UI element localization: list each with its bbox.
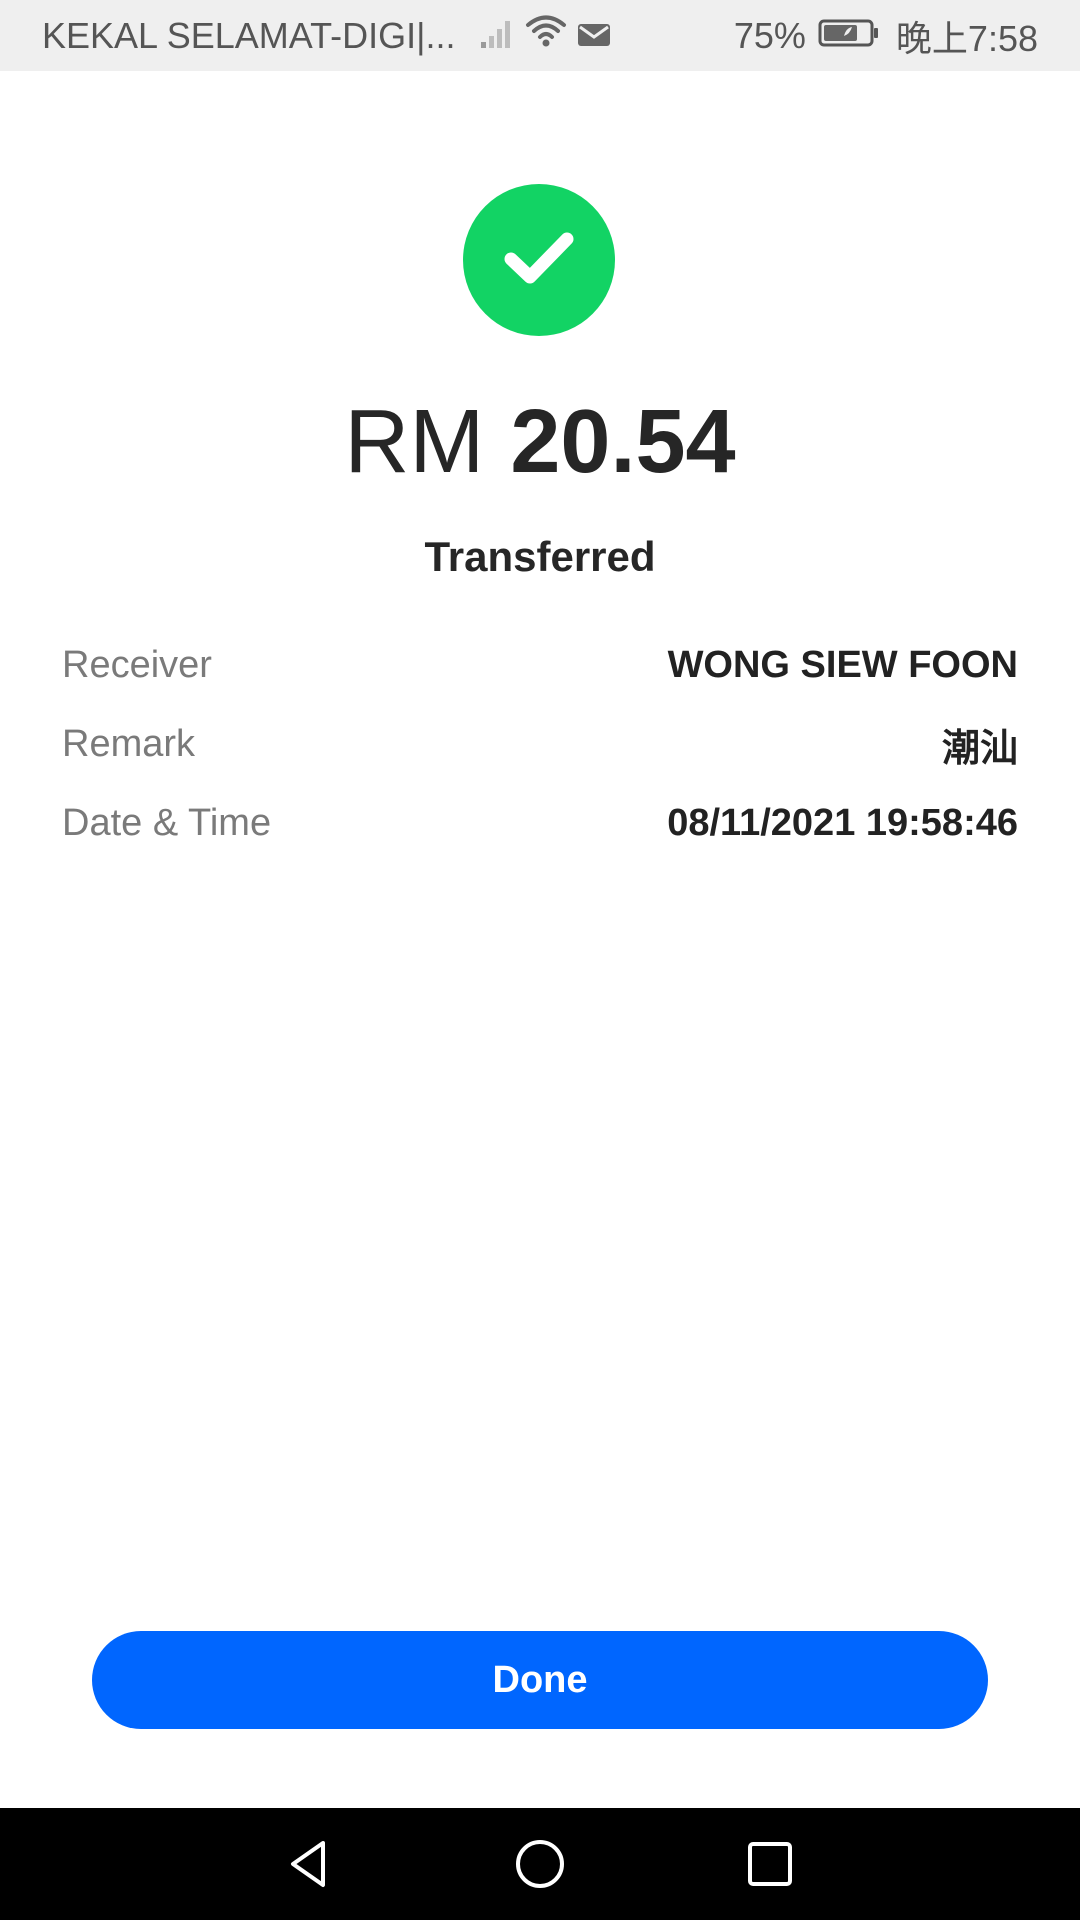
amount-value: 20.54 [510, 392, 736, 492]
transfer-details: Receiver WONG SIEW FOON Remark 潮汕 Date &… [62, 626, 1018, 863]
battery-icon [818, 15, 880, 57]
transfer-status: Transferred [424, 533, 656, 580]
status-icons [479, 14, 611, 57]
status-right: 75% 晚上7:58 [734, 10, 1038, 62]
receiver-label: Receiver [62, 644, 212, 686]
system-nav-bar [0, 1808, 1080, 1920]
battery-percent: 75% [733, 14, 806, 56]
remark-value: 潮汕 [941, 728, 1018, 770]
datetime-label: Date & Time [62, 802, 272, 844]
transfer-amount: RM 20.54 [0, 392, 1080, 492]
remark-label: Remark [62, 723, 196, 765]
back-icon[interactable] [270, 1824, 350, 1904]
message-icon [577, 15, 611, 57]
success-badge [463, 184, 615, 336]
status-bar: KEKAL SELAMAT-DIGI|... 75% 晚上7:58 [0, 0, 1080, 71]
check-icon [499, 223, 579, 298]
detail-row-datetime: Date & Time 08/11/2021 19:58:46 [62, 784, 1018, 863]
wifi-icon [525, 14, 567, 57]
datetime-value: 08/11/2021 19:58:46 [667, 802, 1018, 844]
detail-row-remark: Remark 潮汕 [62, 705, 1018, 784]
done-button[interactable]: Done [92, 1631, 988, 1729]
home-icon[interactable] [500, 1824, 580, 1904]
signal-icon [479, 15, 515, 57]
receiver-value: WONG SIEW FOON [667, 644, 1018, 686]
status-left: KEKAL SELAMAT-DIGI|... [42, 14, 611, 57]
clock: 晚上7:58 [895, 17, 1038, 59]
recents-icon[interactable] [730, 1824, 810, 1904]
carrier-name: KEKAL SELAMAT-DIGI|... [42, 14, 456, 56]
detail-row-receiver: Receiver WONG SIEW FOON [62, 626, 1018, 705]
currency-label: RM [344, 392, 485, 492]
transfer-success-screen: KEKAL SELAMAT-DIGI|... 75% 晚上7:58 RM 20.… [0, 0, 1080, 1920]
